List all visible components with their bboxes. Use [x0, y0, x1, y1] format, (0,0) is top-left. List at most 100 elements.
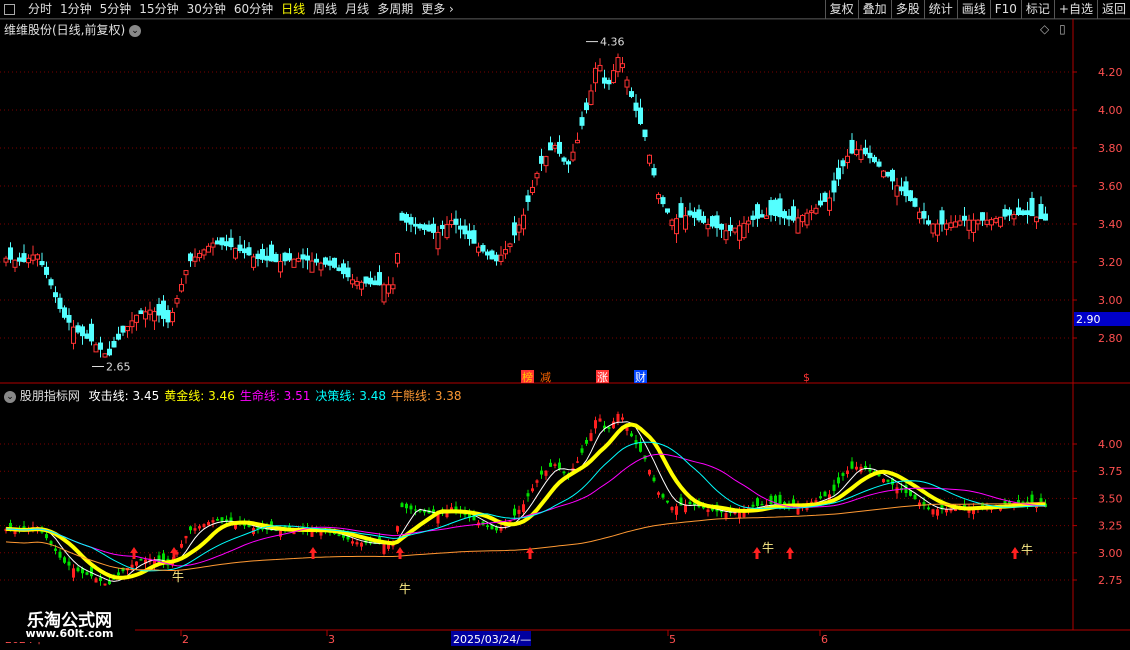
ind-candle-body-128 [580, 448, 584, 453]
candle-body-162 [732, 227, 738, 233]
function-button-2[interactable]: 多股 [890, 0, 924, 19]
price-tick-label-2: 3.80 [1098, 142, 1123, 155]
candle-body-109 [494, 254, 499, 262]
ind-candle-body-90 [409, 505, 413, 510]
candle-body-5 [26, 257, 31, 264]
candle-body-158 [714, 215, 720, 229]
candle-body-164 [741, 222, 747, 239]
indicator-name: 股朋指标网 [19, 389, 80, 403]
ind-candle-body-113 [513, 508, 516, 516]
candle-body-25 [116, 333, 121, 340]
chart-settings-icons[interactable]: ◇ ▯ [1040, 22, 1066, 36]
candle-body-214 [966, 219, 972, 231]
ind-candle-body-117 [531, 488, 534, 492]
bull-label-0: 牛 [172, 569, 184, 584]
period-tab-4[interactable]: 30分钟 [183, 2, 230, 17]
candle-body-78 [354, 281, 360, 286]
candle-body-175 [791, 206, 796, 221]
price-tick-label-0: 4.20 [1098, 66, 1123, 79]
candle-body-224 [1011, 214, 1017, 220]
candle-body-49 [224, 241, 229, 247]
ind-candle-body-47 [216, 518, 219, 521]
ind-candle-body-119 [540, 470, 543, 475]
indicator-dropdown-icon[interactable]: ⌄ [4, 391, 16, 403]
candle-body-97 [440, 224, 445, 230]
candle-body-73 [332, 257, 337, 268]
candle-body-172 [777, 198, 783, 218]
function-button-5[interactable]: F10 [989, 0, 1021, 19]
candle-body-125 [566, 161, 571, 165]
toolbar: 分时 1分钟 5分钟 15分钟 30分钟 60分钟 日线 周线 月线 多周期 更多 › 复权 叠加 多股… [0, 0, 1130, 19]
ind-candle-body-41 [189, 526, 192, 531]
date-label-2: 3 [328, 633, 335, 646]
ind-candle-body-168 [760, 503, 764, 506]
candle-body-185 [836, 167, 841, 180]
chart-canvas[interactable]: 4.20 4.00 3.80 3.60 3.40 3.20 3.00 2.80 2.90 4.36… [0, 0, 1130, 650]
candle-body-32 [147, 309, 153, 315]
candle-body-198 [894, 185, 900, 197]
function-button-7[interactable]: +自选 [1053, 0, 1097, 19]
period-tab-0[interactable]: 分时 [24, 2, 56, 17]
function-button-4[interactable]: 画线 [956, 0, 990, 19]
candle-body-225 [1016, 207, 1021, 216]
period-tab-10[interactable]: 更多 › [417, 2, 458, 17]
expand-icon[interactable]: ▯ [1059, 22, 1066, 36]
function-button-0[interactable]: 复权 [824, 0, 858, 19]
period-tab-9[interactable]: 多周期 [373, 2, 417, 17]
function-button-1[interactable]: 叠加 [857, 0, 891, 19]
function-button-8[interactable]: 返回 [1096, 0, 1130, 19]
diamond-icon[interactable]: ◇ [1040, 22, 1049, 36]
candle-body-81 [368, 277, 373, 285]
candle-body-128 [579, 117, 585, 126]
period-tab-3[interactable]: 15分钟 [135, 2, 182, 17]
menu-checkbox[interactable] [4, 4, 15, 15]
watermark-url: www.60lt.com [25, 627, 114, 640]
candle-body-93 [422, 224, 427, 230]
candle-body-127 [575, 139, 580, 144]
candle-body-191 [863, 147, 868, 155]
period-tab-5[interactable]: 60分钟 [230, 2, 277, 17]
function-button-3[interactable]: 统计 [923, 0, 957, 19]
ind-candle-body-207 [936, 509, 939, 516]
period-tab-1[interactable]: 1分钟 [56, 2, 96, 17]
bull-label-3: 牛 [1021, 542, 1033, 557]
candle-body-10 [48, 279, 54, 286]
ind-candle-body-147 [666, 500, 669, 503]
candle-body-87 [395, 252, 400, 264]
candle-body-16 [75, 325, 81, 333]
event-marker-1: 减 [540, 371, 551, 384]
candle-body-1 [8, 247, 13, 260]
price-tick-label-4: 3.40 [1098, 218, 1123, 231]
period-tab-8[interactable]: 月线 [341, 2, 373, 17]
candle-body-90 [408, 217, 414, 225]
candle-body-59 [269, 244, 274, 262]
candle-body-203 [917, 211, 922, 220]
period-tab-7[interactable]: 周线 [309, 2, 341, 17]
candle-body-38 [174, 298, 180, 304]
candle-body-62 [282, 252, 288, 262]
date-label-1: 2 [182, 633, 189, 646]
candle-body-126 [570, 151, 576, 161]
candle-body-57 [260, 249, 265, 260]
period-tab-6[interactable]: 日线 [277, 2, 309, 17]
period-tab-2[interactable]: 5分钟 [96, 2, 136, 17]
candle-body-123 [557, 141, 562, 154]
candle-body-92 [417, 224, 423, 229]
candle-body-197 [890, 169, 895, 182]
ind-candle-body-124 [562, 471, 566, 474]
ind-candle-body-145 [657, 492, 660, 495]
ind-candle-body-196 [886, 479, 890, 482]
candle-body-36 [165, 310, 171, 323]
candle-body-169 [764, 215, 769, 219]
candle-body-222 [1002, 209, 1008, 217]
ind-candle-body-89 [405, 503, 408, 509]
candle-body-193 [872, 156, 877, 163]
ind-tick-label-3: 3.25 [1098, 520, 1123, 533]
candle-body-71 [323, 257, 328, 265]
title-dropdown-icon[interactable]: ⌄ [129, 25, 142, 37]
bull-label-2: 牛 [762, 540, 774, 555]
ind-candle-body-187 [846, 470, 849, 475]
stock-title-text: 维维股份(日线,前复权) [4, 23, 126, 37]
candle-body-111 [503, 249, 508, 255]
function-button-6[interactable]: 标记 [1020, 0, 1054, 19]
